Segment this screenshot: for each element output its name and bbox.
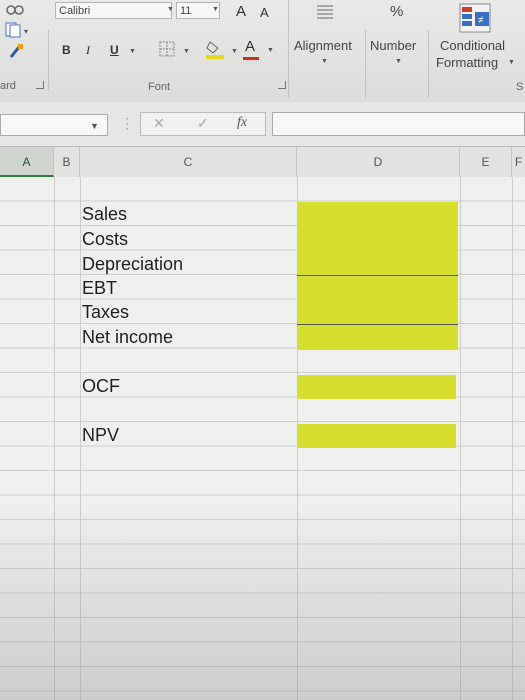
column-header-d[interactable]: D <box>297 147 460 177</box>
font-name-value: Calibri <box>59 5 91 17</box>
copy-icon[interactable]: ▾ <box>4 22 34 38</box>
photo-shadow <box>0 500 525 700</box>
conditional-formatting-label[interactable]: Conditional <box>440 38 505 53</box>
font-launcher-icon[interactable] <box>278 81 286 89</box>
borders-dropdown-icon[interactable]: ▼ <box>183 48 190 55</box>
column-header-row: A B C D E F <box>0 147 525 178</box>
italic-button[interactable]: I <box>86 43 90 58</box>
label-ebt[interactable]: EBT <box>82 278 117 299</box>
grid-column-line <box>460 177 461 700</box>
label-sales[interactable]: Sales <box>82 204 127 225</box>
clipboard-group-label: ard <box>0 80 16 92</box>
formula-input[interactable] <box>272 112 525 136</box>
name-box-dropdown-icon[interactable]: ▼ <box>90 121 99 131</box>
paste-brush-icon[interactable] <box>8 42 26 60</box>
highlight-block-income[interactable] <box>297 202 458 350</box>
styles-group-label: S <box>516 81 524 93</box>
formula-bar-grip-icon: ⋮ <box>120 115 134 131</box>
highlight-cell-npv[interactable] <box>297 424 456 448</box>
ribbon-separator <box>428 30 429 98</box>
font-group-label: Font <box>148 81 171 93</box>
font-color-dropdown-icon[interactable]: ▼ <box>267 47 274 54</box>
font-size-value: 11 <box>180 5 192 17</box>
font-color-button[interactable]: A <box>245 38 255 55</box>
underline-rule <box>297 324 458 325</box>
worksheet-grid[interactable]: Sales Costs Depreciation EBT Taxes Net i… <box>0 177 525 700</box>
grid-column-line <box>54 177 55 700</box>
bold-button[interactable]: B <box>62 43 71 57</box>
font-name-dropdown-icon[interactable]: ▼ <box>167 6 174 13</box>
underline-rule <box>297 275 458 276</box>
column-header-c[interactable]: C <box>80 147 297 177</box>
underline-dropdown-icon[interactable]: ▼ <box>129 48 136 55</box>
column-header-b[interactable]: B <box>54 147 80 177</box>
ribbon-separator <box>365 30 366 98</box>
font-size-dropdown-icon[interactable]: ▼ <box>212 6 219 13</box>
clipboard-launcher-icon[interactable] <box>36 81 44 89</box>
alignment-dropdown-icon[interactable]: ▼ <box>321 58 328 65</box>
enter-button[interactable]: ✓ <box>197 115 209 132</box>
font-color-letter: A <box>245 38 256 55</box>
label-taxes[interactable]: Taxes <box>82 302 129 323</box>
conditional-formatting-label-2[interactable]: Formatting <box>436 55 498 70</box>
column-header-a[interactable]: A <box>0 147 54 177</box>
font-color-bar <box>243 57 259 60</box>
fill-color-icon[interactable] <box>204 38 226 60</box>
label-net-income[interactable]: Net income <box>82 327 173 348</box>
format-painter-icon[interactable] <box>4 2 26 18</box>
label-npv[interactable]: NPV <box>82 425 119 446</box>
decrease-font-button[interactable]: A <box>260 5 269 20</box>
formula-buttons: ✕ ✓ fx <box>140 112 266 136</box>
label-depreciation[interactable]: Depreciation <box>82 254 183 275</box>
conditional-formatting-icon[interactable]: ≠ <box>458 2 492 34</box>
ribbon: ▾ Calibri ▼ 11 ▼ A A % ≠ B I U ▼ ▼ ▼ A ▼… <box>0 0 525 103</box>
number-dropdown-icon[interactable]: ▼ <box>395 58 402 65</box>
fill-color-dropdown-icon[interactable]: ▼ <box>231 48 238 55</box>
alignment-button[interactable]: Alignment <box>294 38 352 53</box>
highlight-cell-ocf[interactable] <box>297 375 456 399</box>
align-lines-icon[interactable] <box>314 3 336 19</box>
font-name-box[interactable]: Calibri <box>55 2 172 19</box>
percent-button[interactable]: % <box>390 3 403 20</box>
insert-function-button[interactable]: fx <box>237 115 247 131</box>
increase-font-button[interactable]: A <box>236 3 246 20</box>
borders-icon[interactable] <box>158 40 178 58</box>
svg-text:≠: ≠ <box>478 15 484 26</box>
cancel-button[interactable]: ✕ <box>153 115 165 132</box>
column-header-e[interactable]: E <box>460 147 512 177</box>
formula-bar: ▼ ⋮ ✕ ✓ fx <box>0 102 525 147</box>
svg-text:▾: ▾ <box>24 27 28 36</box>
grid-column-line <box>512 177 513 700</box>
ribbon-separator <box>48 30 49 90</box>
column-header-f[interactable]: F <box>512 147 525 177</box>
conditional-formatting-dropdown-icon[interactable]: ▼ <box>508 59 515 66</box>
label-costs[interactable]: Costs <box>82 229 128 250</box>
ribbon-separator <box>288 0 289 98</box>
underline-button[interactable]: U <box>110 43 119 57</box>
number-button[interactable]: Number <box>370 38 416 53</box>
grid-column-line <box>80 177 81 700</box>
label-ocf[interactable]: OCF <box>82 376 120 397</box>
